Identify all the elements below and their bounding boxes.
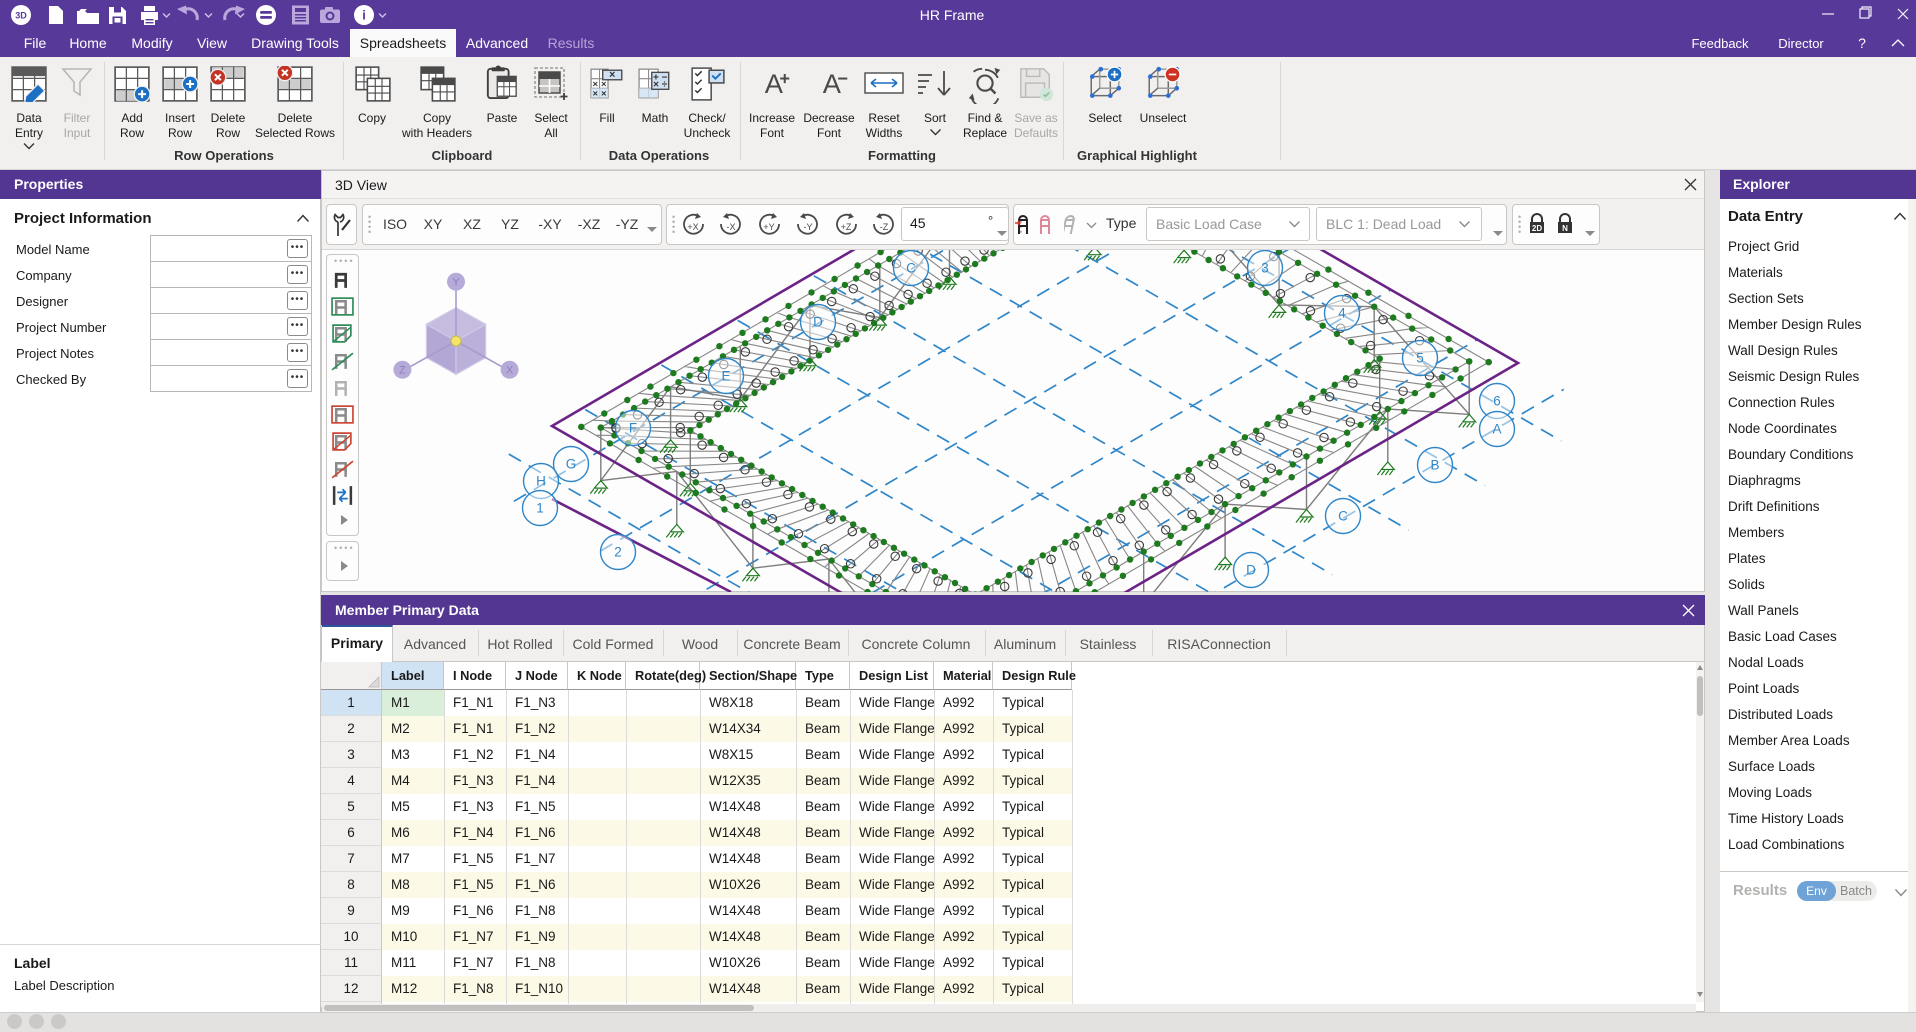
svg-text:Y: Y — [452, 277, 460, 289]
svg-text:×: × — [601, 89, 607, 100]
svg-text:G: G — [566, 457, 577, 472]
svg-text:+X: +X — [687, 222, 698, 232]
svg-text:5: 5 — [1416, 351, 1424, 366]
svg-text:H: H — [536, 474, 546, 489]
svg-text:D: D — [813, 315, 823, 330]
svg-text:F: F — [629, 421, 637, 436]
svg-text:6: 6 — [1493, 394, 1501, 409]
svg-text:-Z: -Z — [880, 222, 889, 232]
svg-text:N: N — [1562, 224, 1568, 233]
svg-text:× ÷: × ÷ — [653, 80, 668, 91]
svg-text:4: 4 — [1338, 306, 1346, 321]
svg-text:+Z: +Z — [841, 222, 852, 232]
svg-text:3: 3 — [1261, 261, 1269, 276]
svg-text:-X: -X — [727, 222, 736, 232]
svg-text:C: C — [1338, 509, 1348, 524]
svg-text:B: B — [1430, 458, 1439, 473]
svg-text:E: E — [721, 369, 730, 384]
svg-text:X: X — [506, 365, 514, 377]
svg-text:i: i — [362, 8, 366, 23]
svg-text:C: C — [906, 261, 916, 276]
svg-text:1: 1 — [536, 501, 544, 516]
svg-text:2D: 2D — [1532, 224, 1542, 233]
svg-text:×: × — [609, 69, 615, 81]
svg-text:A: A — [765, 68, 784, 99]
svg-text:A: A — [1492, 422, 1501, 437]
svg-text:Z: Z — [399, 365, 406, 377]
svg-text:3D: 3D — [15, 11, 27, 21]
svg-text:2: 2 — [614, 545, 622, 560]
svg-text:+Y: +Y — [763, 222, 774, 232]
svg-text:-Y: -Y — [804, 222, 813, 232]
svg-text:A: A — [823, 68, 842, 99]
svg-text:D: D — [1246, 563, 1256, 578]
svg-text:×: × — [593, 89, 599, 100]
